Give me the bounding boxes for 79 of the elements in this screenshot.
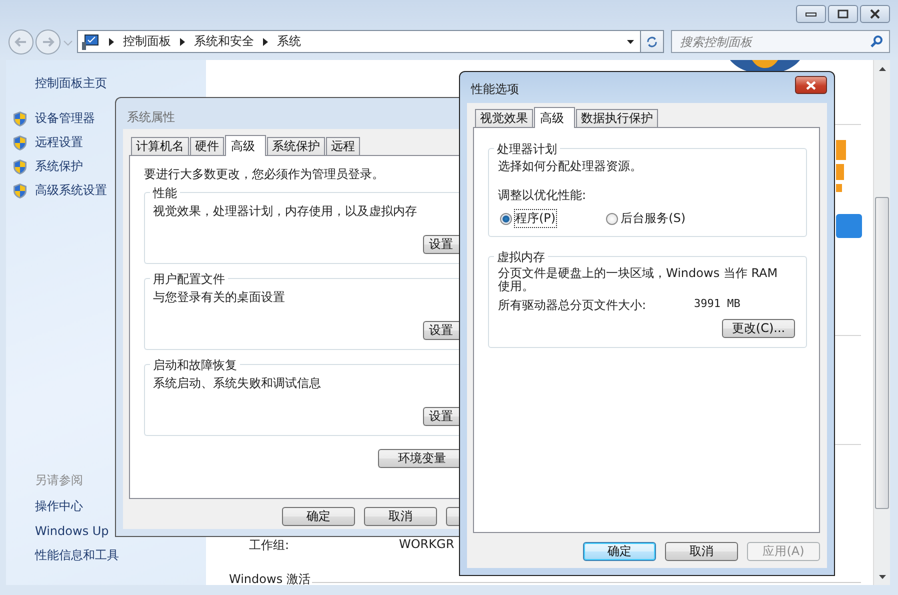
- dialog-button[interactable]: 确定: [282, 507, 355, 526]
- tab[interactable]: 硬件: [190, 137, 224, 155]
- scroll-up-icon[interactable]: [878, 67, 886, 71]
- tab[interactable]: 高级: [225, 135, 266, 156]
- minimize-button[interactable]: [796, 5, 826, 23]
- notice-text: 要进行大多数更改，您必须作为管理员登录。: [144, 166, 385, 183]
- minimize-icon: [805, 11, 817, 17]
- tab[interactable]: 高级: [534, 107, 575, 128]
- tab[interactable]: 视觉效果: [475, 109, 533, 127]
- address-bar[interactable]: 控制面板 系统和安全 系统: [77, 30, 641, 53]
- dialog-title: 性能选项: [471, 80, 519, 98]
- dialog-title: 系统属性: [126, 109, 176, 126]
- maximize-icon: [837, 9, 849, 19]
- description-text: 选择如何分配处理器资源。: [498, 158, 643, 175]
- group-title: 启动和故障恢复: [150, 357, 240, 374]
- group-title: 处理器计划: [494, 141, 560, 158]
- scrollbar-thumb[interactable]: [875, 197, 889, 509]
- close-icon: [869, 9, 881, 19]
- radio-option[interactable]: 后台服务(S): [604, 209, 688, 228]
- radio-button[interactable]: [606, 212, 618, 224]
- radio-option[interactable]: 程序(P): [498, 209, 558, 228]
- shield-icon: [13, 158, 27, 174]
- sidebar-link[interactable]: 控制面板主页: [35, 75, 206, 92]
- chevron-icon: [263, 38, 268, 46]
- refresh-button[interactable]: [641, 30, 664, 53]
- description-text: 分页文件是硬盘上的一块区域，Windows 当作 RAM 使用。: [498, 267, 779, 292]
- breadcrumb-item[interactable]: 系统: [277, 33, 301, 50]
- search-field[interactable]: 搜索控制面板: [671, 30, 890, 53]
- field-value: 3991 MB: [694, 297, 740, 312]
- search-icon[interactable]: [870, 35, 883, 48]
- sidebar-link[interactable]: 远程设置: [35, 134, 83, 151]
- field-label: 工作组:: [249, 537, 290, 554]
- environment-variables-button[interactable]: 环境变量: [378, 449, 460, 468]
- sidebar-link[interactable]: 系统保护: [35, 158, 83, 175]
- dropdown-icon[interactable]: [627, 40, 634, 44]
- settings-button[interactable]: 设置: [423, 235, 460, 254]
- chevron-icon: [109, 38, 114, 46]
- close-icon: [805, 80, 817, 90]
- refresh-icon: [645, 36, 659, 48]
- field-label: 调整以优化性能:: [498, 187, 588, 204]
- description-text: 视觉效果，处理器计划，内存使用，以及虚拟内存: [153, 203, 418, 220]
- group-title: 性能: [150, 185, 180, 202]
- dialog-button[interactable]: 取消: [665, 542, 738, 561]
- sidebar-link[interactable]: 设备管理器: [35, 110, 95, 127]
- shield-icon: [13, 134, 27, 150]
- chevron-icon: [180, 38, 185, 46]
- field-value: WORKGR: [399, 537, 454, 553]
- logo-fragment-drawing: [836, 140, 846, 192]
- shield-icon: [13, 110, 27, 126]
- description-text: 与您登录有关的桌面设置: [153, 289, 286, 306]
- tab[interactable]: 计算机名: [131, 137, 189, 155]
- group-title: 用户配置文件: [150, 271, 228, 288]
- dialog-button[interactable]: [446, 507, 460, 526]
- shield-icon: [13, 182, 27, 198]
- field-label: 所有驱动器总分页文件大小:: [498, 297, 646, 314]
- scrollbar[interactable]: [873, 60, 890, 585]
- tab[interactable]: 系统保护: [267, 137, 325, 155]
- close-button[interactable]: [795, 76, 827, 94]
- logo-fragment-drawing: [836, 214, 862, 238]
- dialog-button[interactable]: 确定: [583, 542, 656, 561]
- settings-button[interactable]: 设置: [423, 321, 460, 340]
- sidebar-link[interactable]: 性能信息和工具: [35, 547, 206, 564]
- description-text: 系统启动、系统失败和调试信息: [153, 375, 322, 392]
- close-button[interactable]: [860, 5, 890, 23]
- group-title: 虚拟内存: [494, 249, 548, 266]
- scroll-down-icon[interactable]: [878, 575, 886, 579]
- tab[interactable]: 数据执行保护: [576, 109, 658, 127]
- settings-button[interactable]: 设置: [423, 407, 460, 426]
- tab[interactable]: 远程: [326, 137, 360, 155]
- maximize-button[interactable]: [828, 5, 858, 23]
- breadcrumb-item[interactable]: 控制面板: [123, 33, 171, 50]
- sidebar-link[interactable]: 高级系统设置: [35, 182, 107, 199]
- radio-button[interactable]: [500, 212, 512, 224]
- dialog-button[interactable]: 取消: [364, 507, 437, 526]
- breadcrumb-item[interactable]: 系统和安全: [194, 33, 254, 50]
- section-heading: 另请参阅: [35, 472, 84, 489]
- section-heading: Windows 激活: [229, 571, 310, 588]
- change-button[interactable]: 更改(C)...: [722, 319, 795, 338]
- computer-icon: [82, 34, 100, 50]
